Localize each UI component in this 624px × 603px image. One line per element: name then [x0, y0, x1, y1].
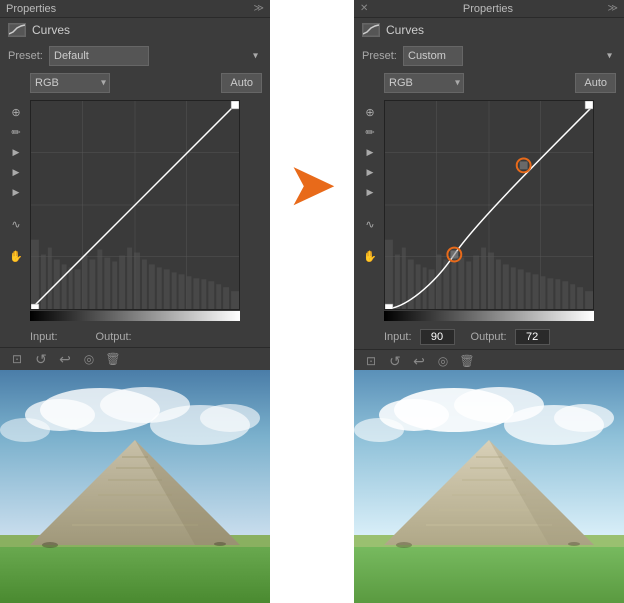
- tool-pencil[interactable]: ✏: [8, 124, 24, 140]
- rtool-pencil[interactable]: ✏: [362, 124, 378, 140]
- left-curves-canvas[interactable]: [30, 100, 240, 310]
- left-panel-title: Properties: [6, 3, 56, 15]
- right-panel-close[interactable]: ✕: [360, 3, 368, 14]
- left-rgb-row: RGB Red Green Blue Auto: [0, 70, 270, 96]
- right-output-value[interactable]: 72: [515, 329, 550, 345]
- left-curves-label: Curves: [32, 23, 70, 37]
- left-rgb-wrapper: RGB Red Green Blue: [30, 73, 110, 93]
- right-mask-icon[interactable]: ⊡: [362, 354, 380, 368]
- right-rgb-row: RGB Auto: [354, 70, 624, 96]
- left-curves-icon: [8, 23, 26, 37]
- right-curves-area: ⊕ ✏ ▶ ▶ ▶ ∿ ✋: [354, 96, 624, 325]
- trash-icon[interactable]: 🗑: [104, 352, 122, 366]
- rtool-hand[interactable]: ✋: [362, 248, 378, 264]
- right-rgb-select[interactable]: RGB: [384, 73, 464, 93]
- left-image: [0, 370, 270, 603]
- left-panel-footer: ⊡ ↺ ↩ ◎ 🗑: [0, 347, 270, 370]
- right-history-icon[interactable]: ↺: [386, 354, 404, 368]
- left-preset-label: Preset:: [8, 50, 43, 62]
- right-curves-header: Curves: [354, 18, 624, 42]
- tool-eyedrop3[interactable]: ▶: [8, 184, 24, 200]
- left-curves-area: ⊕ ✏ ▶ ▶ ▶ ∿ ✋: [0, 96, 270, 327]
- left-panel: Properties ≫ Curves Preset: Default Cust…: [0, 0, 270, 370]
- right-input-value[interactable]: 90: [420, 329, 455, 345]
- right-eye-icon[interactable]: ◎: [434, 354, 452, 368]
- center-gap: [270, 370, 354, 603]
- right-preset-select[interactable]: Default Custom: [403, 46, 463, 66]
- right-undo-icon[interactable]: ↩: [410, 354, 428, 368]
- left-output-label: Output:: [96, 331, 132, 343]
- right-preset-row: Preset: Default Custom: [354, 42, 624, 70]
- tool-eyedrop1[interactable]: ▶: [8, 144, 24, 160]
- left-rgb-select[interactable]: RGB Red Green Blue: [30, 73, 110, 93]
- tool-eyedrop2[interactable]: ▶: [8, 164, 24, 180]
- history-icon[interactable]: ↺: [32, 352, 50, 366]
- left-io-row: Input: Output:: [0, 327, 270, 347]
- undo-icon[interactable]: ↩: [56, 352, 74, 366]
- rtool-pointer[interactable]: ⊕: [362, 104, 378, 120]
- right-io-row: Input: 90 Output: 72: [354, 325, 624, 349]
- right-curves-canvas[interactable]: [384, 100, 594, 310]
- right-curves-label: Curves: [386, 23, 424, 37]
- left-input-label: Input:: [30, 331, 58, 343]
- right-auto-button[interactable]: Auto: [575, 73, 616, 93]
- tool-wave[interactable]: ∿: [8, 216, 24, 232]
- left-preset-select-wrapper: Default Custom Strong Contrast: [49, 46, 262, 66]
- arrow-container: ➤: [270, 0, 354, 370]
- right-tools: ⊕ ✏ ▶ ▶ ▶ ∿ ✋: [362, 100, 378, 321]
- right-panel-top-bar: ✕ Properties ≫: [354, 0, 624, 18]
- eye-icon[interactable]: ◎: [80, 352, 98, 366]
- tool-pointer[interactable]: ⊕: [8, 104, 24, 120]
- right-panel-footer: ⊡ ↺ ↩ ◎ 🗑: [354, 349, 624, 372]
- rtool-eyedrop1[interactable]: ▶: [362, 144, 378, 160]
- right-curves-canvas-wrapper: [384, 100, 616, 321]
- right-preset-select-wrapper: Default Custom: [403, 46, 616, 66]
- left-panel-top-bar: Properties ≫: [0, 0, 270, 18]
- arrow-icon: ➤: [287, 155, 337, 215]
- right-gradient-bar: [384, 311, 594, 321]
- left-panel-collapse[interactable]: ≫: [254, 3, 264, 14]
- left-curves-canvas-wrapper: [30, 100, 262, 323]
- rtool-wave[interactable]: ∿: [362, 216, 378, 232]
- right-output-label: Output:: [471, 331, 507, 343]
- rtool-eyedrop3[interactable]: ▶: [362, 184, 378, 200]
- left-preset-row: Preset: Default Custom Strong Contrast: [0, 42, 270, 70]
- mask-icon[interactable]: ⊡: [8, 352, 26, 366]
- rtool-eyedrop2[interactable]: ▶: [362, 164, 378, 180]
- right-input-label: Input:: [384, 331, 412, 343]
- left-preset-select[interactable]: Default Custom Strong Contrast: [49, 46, 149, 66]
- left-tools: ⊕ ✏ ▶ ▶ ▶ ∿ ✋: [8, 100, 24, 323]
- right-image: [354, 370, 624, 603]
- right-panel-title: Properties: [463, 3, 513, 15]
- left-gradient-bar: [30, 311, 240, 321]
- left-auto-button[interactable]: Auto: [221, 73, 262, 93]
- right-panel-collapse[interactable]: ≫: [608, 3, 618, 14]
- right-preset-label: Preset:: [362, 50, 397, 62]
- right-panel: ✕ Properties ≫ Curves Preset: Default Cu…: [354, 0, 624, 370]
- left-curves-header: Curves: [0, 18, 270, 42]
- tool-hand[interactable]: ✋: [8, 248, 24, 264]
- right-rgb-wrapper: RGB: [384, 73, 464, 93]
- right-trash-icon[interactable]: 🗑: [458, 354, 476, 368]
- right-curves-icon: [362, 23, 380, 37]
